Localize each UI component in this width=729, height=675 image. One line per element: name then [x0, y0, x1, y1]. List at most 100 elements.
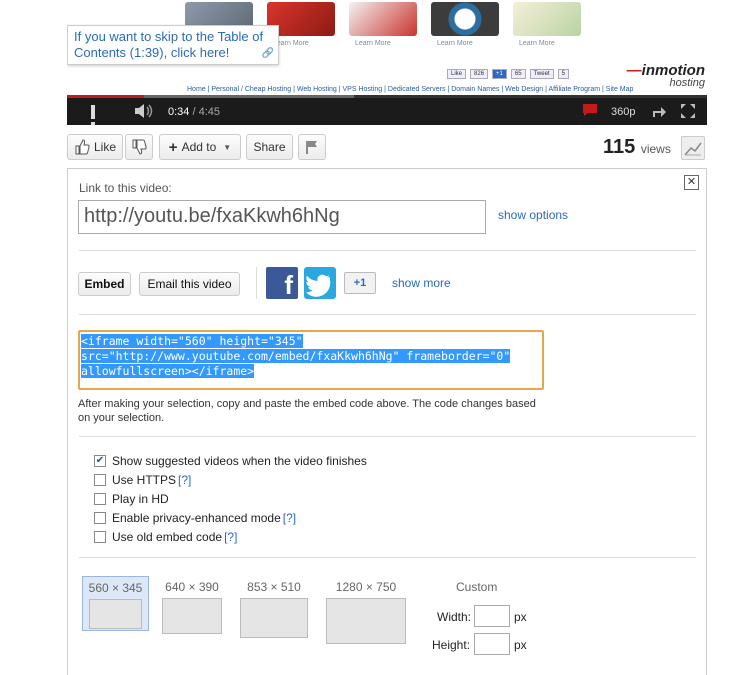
embed-code-textarea[interactable]: <iframe width="560" height="345" src="ht…	[78, 330, 544, 390]
google-plus-one-button[interactable]: +1	[344, 272, 376, 294]
embed-label: Embed	[84, 277, 125, 291]
embed-button[interactable]: Embed	[78, 272, 131, 296]
progress-played	[67, 95, 144, 98]
help-link[interactable]: [?]	[224, 530, 237, 544]
fullscreen-icon[interactable]	[680, 103, 696, 122]
option-privacy-mode[interactable]: Enable privacy-enhanced mode [?]	[94, 511, 296, 525]
ad-thumb-5-label: Learn More	[519, 40, 555, 47]
annotation-text: If you want to skip to the Table of Cont…	[74, 29, 264, 60]
size-label: 640 × 390	[165, 580, 219, 594]
ad-thumb-4[interactable]: Learn More	[431, 2, 503, 52]
custom-height-input[interactable]	[474, 633, 510, 655]
stats-button[interactable]	[681, 136, 705, 160]
close-icon[interactable]: ✕	[684, 175, 699, 190]
add-to-label: Add to	[181, 140, 217, 154]
link-label: Link to this video:	[79, 181, 172, 195]
option-play-hd[interactable]: Play in HD	[94, 492, 169, 506]
share-button[interactable]: Share	[246, 134, 293, 160]
divider	[256, 267, 257, 299]
option-label: Use HTTPS	[112, 473, 177, 487]
option-label: Play in HD	[112, 492, 169, 506]
size-preview	[240, 598, 308, 638]
dislike-button[interactable]	[125, 134, 153, 160]
view-count: 115 views	[603, 136, 671, 159]
custom-width-input[interactable]	[474, 605, 510, 627]
size-label: 853 × 510	[247, 580, 301, 594]
share-url-field[interactable]: http://youtu.be/fxaKkwh6hNg	[78, 200, 486, 234]
share-label: Share	[253, 140, 286, 154]
size-option-1280[interactable]: 1280 × 750	[325, 580, 407, 644]
thumb-down-icon	[132, 139, 147, 155]
quality-button[interactable]: 360p	[611, 106, 635, 118]
video-social-row: Like 826 +1 65 Tweet 5	[447, 69, 569, 79]
embed-code-text: <iframe width="560" height="345" src="ht…	[81, 334, 511, 378]
size-option-560[interactable]: 560 × 345	[82, 576, 149, 631]
flag-icon	[306, 141, 317, 154]
flag-button[interactable]	[298, 134, 326, 160]
height-px-label: px	[514, 638, 527, 652]
social-tweet-count: 5	[557, 69, 569, 79]
share-arrow-icon[interactable]	[651, 103, 667, 122]
pause-button[interactable]	[91, 105, 103, 125]
stats-chart-icon	[684, 142, 702, 156]
width-px-label: px	[514, 610, 527, 624]
social-like-count: 826	[470, 69, 489, 79]
custom-size-label: Custom	[456, 580, 498, 594]
chevron-down-icon: ▼	[223, 142, 232, 152]
size-option-853[interactable]: 853 × 510	[239, 580, 309, 638]
height-label: Height:	[432, 638, 471, 652]
progress-bar[interactable]	[67, 95, 707, 98]
width-label: Width:	[437, 610, 472, 624]
show-options-link[interactable]: show options	[498, 208, 568, 222]
option-use-https[interactable]: Use HTTPS [?]	[94, 473, 191, 487]
email-label: Email this video	[147, 277, 232, 291]
checkbox[interactable]	[94, 531, 106, 543]
video-player[interactable]: Learn More Learn More Learn More Learn M…	[67, 0, 707, 125]
twitter-icon[interactable]	[304, 267, 336, 299]
inmotion-logo: —inmotion hosting	[626, 62, 705, 89]
size-preview	[162, 598, 222, 634]
annotation-tooltip[interactable]: If you want to skip to the Table of Cont…	[67, 25, 279, 65]
checkbox[interactable]	[94, 512, 106, 524]
volume-icon[interactable]	[133, 103, 153, 122]
option-label: Show suggested videos when the video fin…	[112, 454, 367, 468]
link-icon: 🔗	[261, 48, 274, 59]
plus-icon: +	[168, 138, 178, 156]
help-link[interactable]: [?]	[178, 473, 191, 487]
option-label: Enable privacy-enhanced mode	[112, 511, 281, 525]
progress-loaded	[143, 95, 354, 98]
current-time: 0:34	[168, 106, 190, 118]
option-suggested-videos[interactable]: ✔ Show suggested videos when the video f…	[94, 454, 367, 468]
like-label: Like	[93, 140, 116, 154]
video-nav-links: Home | Personal / Cheap Hosting | Web Ho…	[187, 86, 634, 93]
size-preview	[326, 598, 406, 644]
view-count-label: views	[640, 142, 671, 156]
help-link[interactable]: [?]	[283, 511, 296, 525]
size-label: 560 × 345	[88, 581, 143, 595]
social-like: Like	[447, 69, 467, 79]
like-button[interactable]: Like	[67, 134, 123, 160]
divider	[79, 250, 696, 251]
facebook-icon[interactable]: f	[266, 267, 298, 300]
divider	[79, 314, 696, 315]
time-display: 0:34 / 4:45	[168, 106, 220, 118]
email-video-button[interactable]: Email this video	[139, 272, 240, 296]
add-to-button[interactable]: + Add to ▼	[159, 134, 241, 160]
checkbox[interactable]	[94, 493, 106, 505]
option-old-embed[interactable]: Use old embed code [?]	[94, 530, 237, 544]
social-plus1: +1	[492, 69, 507, 79]
thumb-up-icon	[75, 139, 90, 155]
ad-thumb-3[interactable]: Learn More	[349, 2, 421, 52]
checkbox-checked[interactable]: ✔	[94, 455, 106, 467]
size-preview	[89, 599, 142, 629]
show-more-link[interactable]: show more	[392, 276, 451, 290]
size-label: 1280 × 750	[335, 580, 397, 594]
ad-thumb-3-label: Learn More	[355, 40, 391, 47]
size-option-640[interactable]: 640 × 390	[160, 580, 224, 634]
ad-thumb-5[interactable]: Learn More	[513, 2, 585, 52]
social-plus1-count: 65	[510, 69, 526, 79]
divider	[79, 436, 696, 437]
checkbox[interactable]	[94, 474, 106, 486]
captions-icon[interactable]	[582, 103, 598, 120]
social-tweet: Tweet	[529, 69, 554, 79]
